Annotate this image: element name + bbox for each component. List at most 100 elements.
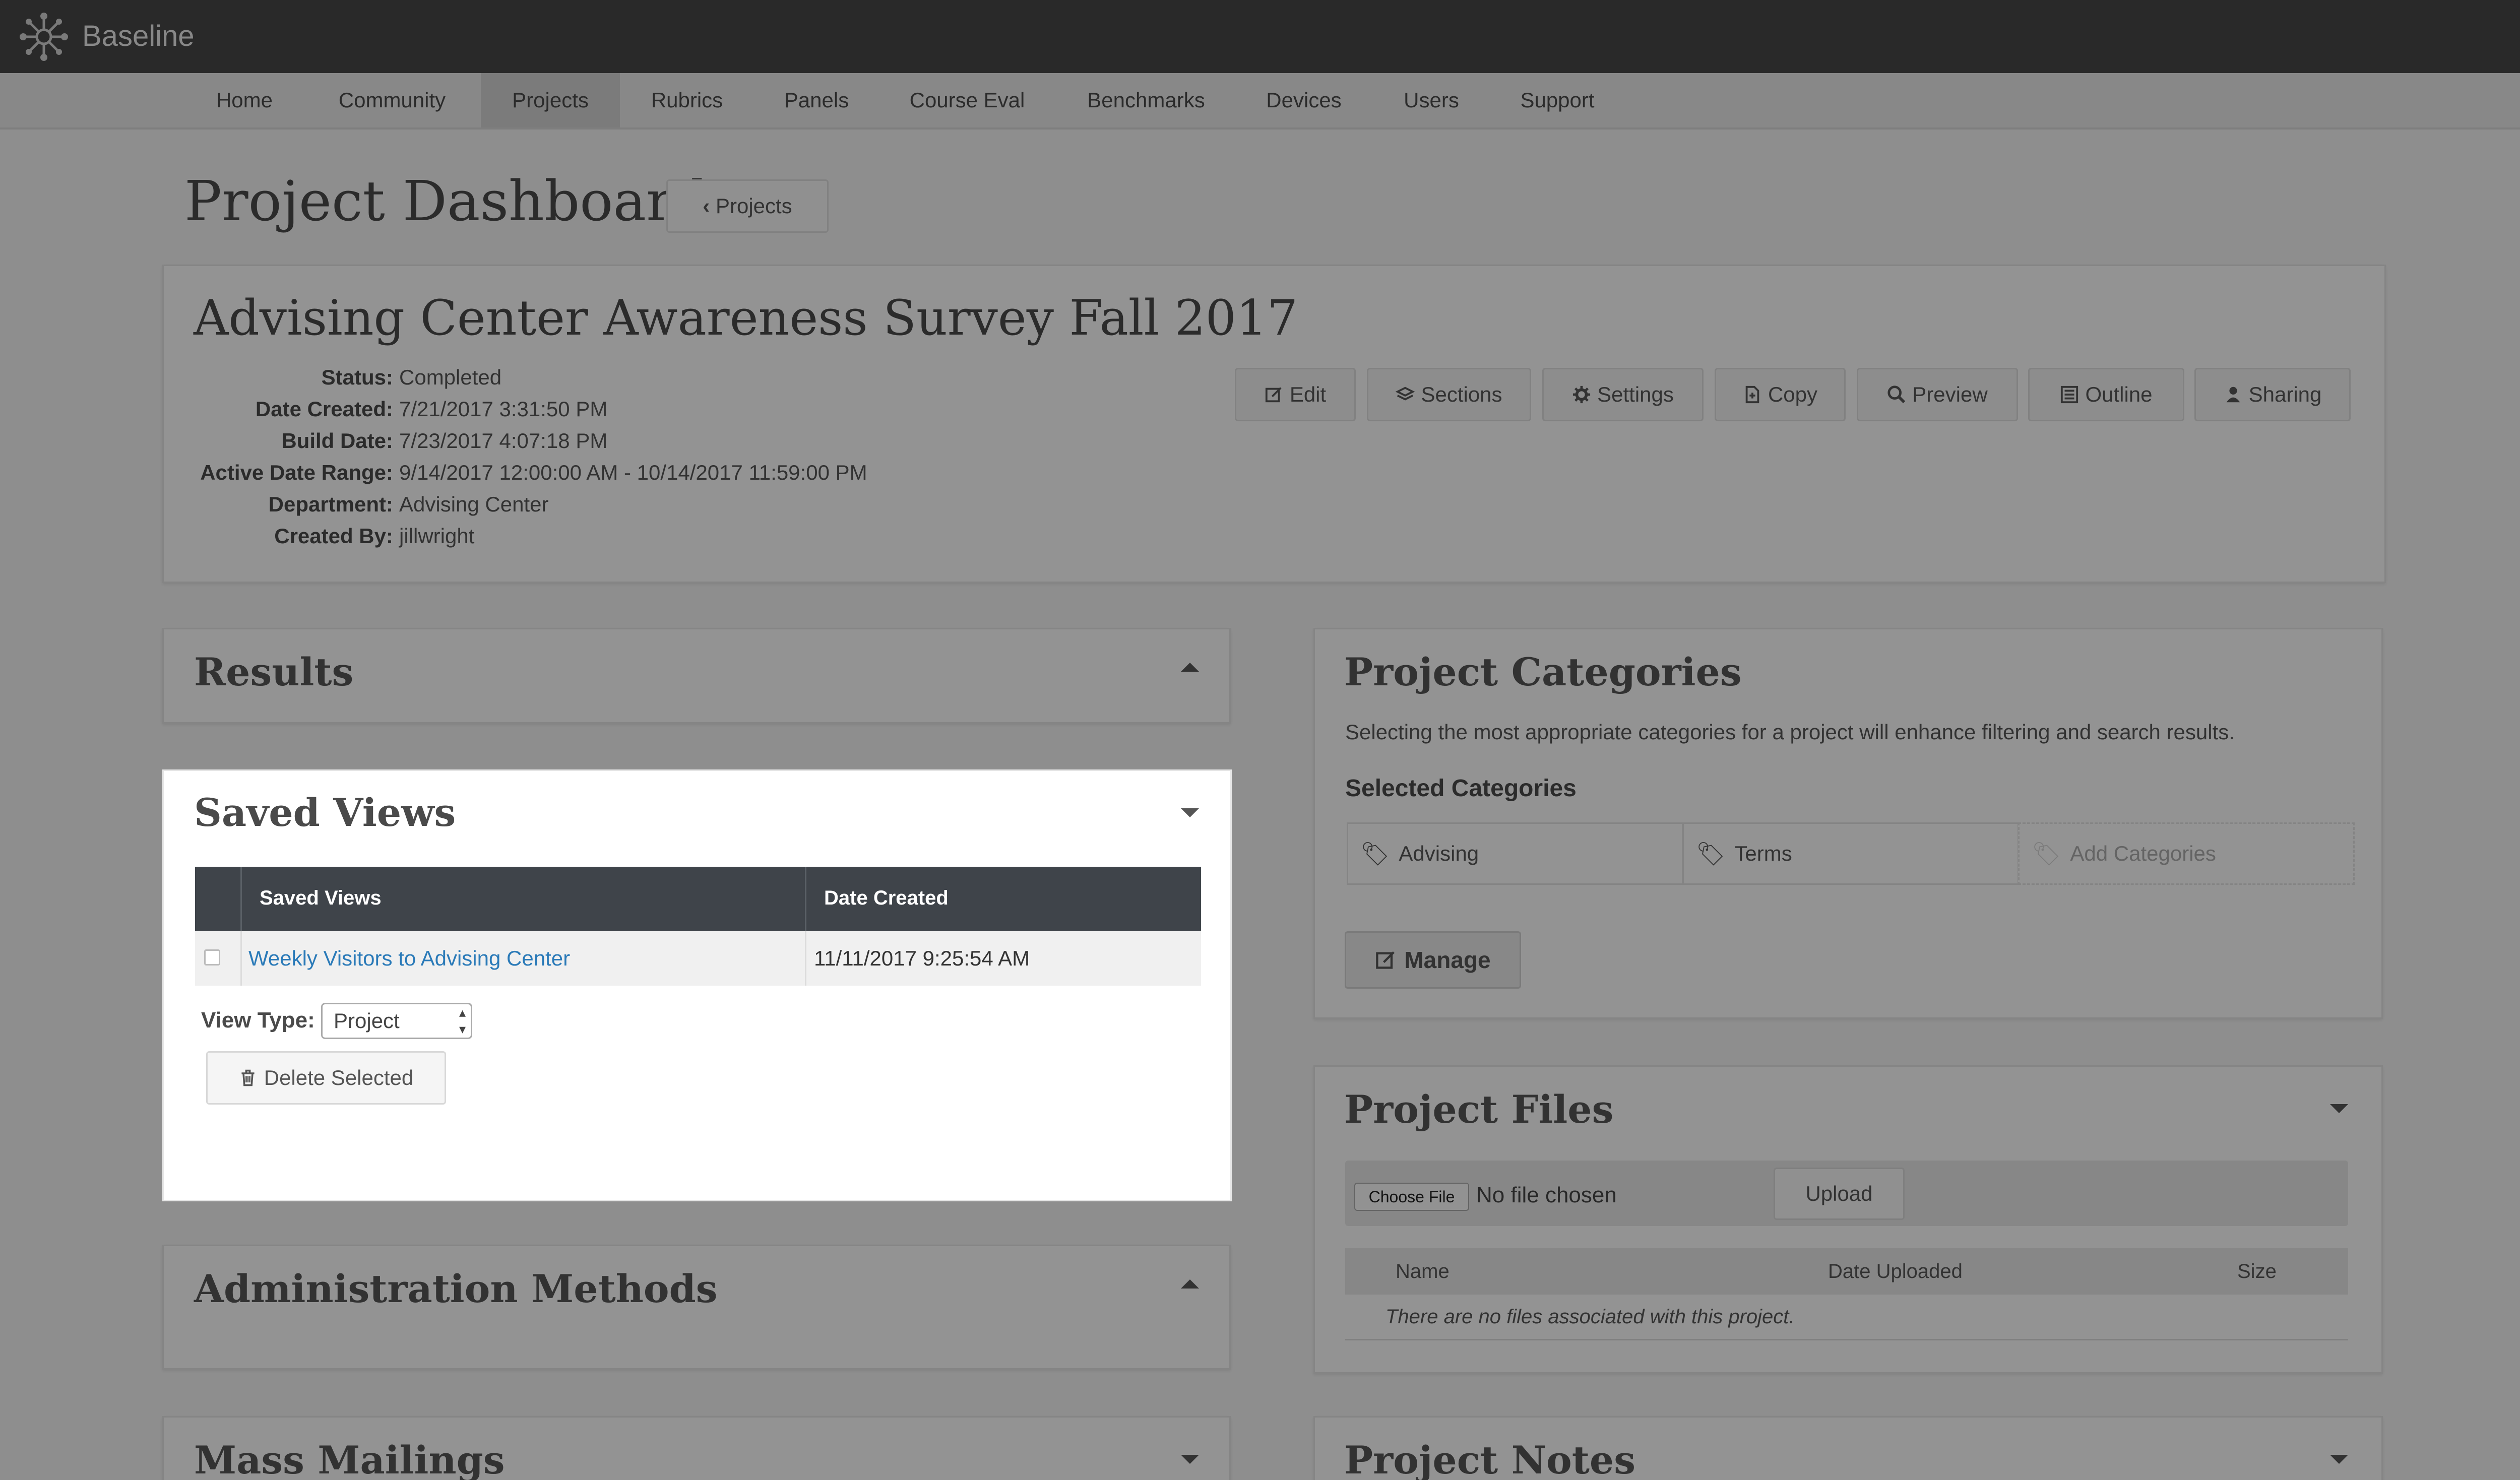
field-value: jillwright [399,524,475,548]
expand-mailings-icon[interactable] [1181,1455,1199,1464]
delete-selected-button[interactable]: Delete Selected [206,1051,446,1105]
column-divider [240,867,242,931]
upload-label: Upload [1805,1182,1873,1205]
nav-course-eval[interactable]: Course Eval [894,73,1040,127]
project-files-panel: Project Files Choose File No file chosen… [1313,1065,2383,1374]
nav-panels[interactable]: Panels [756,73,877,127]
field-value: Advising Center [399,492,549,516]
select-arrows-icon: ▴ ▾ [459,1005,466,1037]
saved-view-date: 11/11/2017 9:25:54 AM [814,946,1030,970]
collapse-saved-views-icon[interactable] [1181,808,1199,817]
project-notes-title: Project Notes [1344,1438,1635,1480]
nav-home[interactable]: Home [192,73,297,127]
edit-label: Edit [1289,382,1327,406]
copy-button[interactable]: Copy [1715,368,1846,421]
collapse-results-icon[interactable] [1181,663,1199,672]
top-bar: Baseline [0,0,2520,73]
field-value: 7/21/2017 3:31:50 PM [399,397,608,421]
nav-users[interactable]: Users [1381,73,1482,127]
gear-icon [1573,385,1591,404]
no-file-chosen-text: No file chosen [1476,1183,1617,1207]
settings-label: Settings [1597,382,1674,406]
files-col-size[interactable]: Size [2237,1260,2277,1283]
field-label: Date Created: [255,397,393,421]
saved-views-panel: Saved Views Saved Views Date Created Wee… [162,769,1232,1201]
nav-projects[interactable]: Projects [481,73,620,127]
category-terms[interactable]: 🏷 Terms [1682,822,2019,885]
sections-label: Sections [1421,382,1502,406]
results-title: Results [194,650,354,694]
tag-icon: 🏷 [2032,840,2061,867]
created-by-row: Created By: jillwright [192,524,474,548]
table-row: Weekly Visitors to Advising Center 11/11… [195,931,1201,986]
field-value: 7/23/2017 4:07:18 PM [399,429,608,453]
project-categories-title: Project Categories [1344,650,1742,694]
department-row: Department: Advising Center [192,492,549,517]
trash-icon [241,1069,255,1086]
nav-rubrics[interactable]: Rubrics [635,73,739,127]
results-panel: Results [162,628,1231,724]
nav-devices[interactable]: Devices [1252,73,1356,127]
search-icon [1887,385,1906,404]
field-label: Created By: [274,524,393,548]
column-divider [805,867,806,931]
page-title: Project Dashboard [184,169,709,233]
sections-button[interactable]: Sections [1367,368,1531,421]
edit-icon [1265,387,1282,403]
category-advising[interactable]: 🏷 Advising [1347,822,1683,885]
sharing-button[interactable]: Sharing [2194,368,2351,421]
outline-list-icon [2061,385,2078,404]
column-divider [240,931,242,986]
outline-button[interactable]: Outline [2028,368,2184,421]
col-date-created[interactable]: Date Created [824,887,949,910]
field-label: Status: [321,365,393,389]
sharing-label: Sharing [2248,382,2322,406]
preview-label: Preview [1912,382,1988,406]
upload-button[interactable]: Upload [1774,1168,1905,1220]
preview-button[interactable]: Preview [1857,368,2018,421]
app-name[interactable]: Baseline [82,19,194,53]
files-col-date[interactable]: Date Uploaded [1828,1260,1963,1283]
field-value: Completed [399,365,502,389]
network-logo-icon[interactable] [17,10,71,63]
category-label: Terms [1734,842,1792,865]
nav-community[interactable]: Community [317,73,468,127]
selected-categories-label: Selected Categories [1345,775,1577,802]
collapse-admin-icon[interactable] [1181,1279,1199,1289]
mass-mailings-panel: Mass Mailings [162,1416,1231,1480]
nav-benchmarks[interactable]: Benchmarks [1070,73,1222,127]
copy-document-icon [1745,385,1759,404]
view-type-select[interactable]: Project ▴ ▾ [321,1003,472,1039]
outline-label: Outline [2085,382,2153,406]
field-value: 9/14/2017 12:00:00 AM - 10/14/2017 11:59… [399,461,867,484]
choose-file-button[interactable]: Choose File [1354,1183,1469,1211]
expand-notes-icon[interactable] [2330,1455,2348,1464]
add-categories-cell[interactable]: 🏷 Add Categories [2018,822,2355,885]
back-button-label: Projects [715,194,792,218]
column-divider [805,931,806,986]
edit-button[interactable]: Edit [1235,368,1356,421]
administration-methods-panel: Administration Methods [162,1245,1231,1370]
user-share-icon [2226,387,2240,403]
row-checkbox[interactable] [204,949,220,966]
manage-categories-button[interactable]: Manage [1345,931,1521,989]
view-type-label: View Type: [201,1008,315,1033]
files-divider [1345,1339,2348,1340]
edit-icon [1376,951,1395,969]
settings-button[interactable]: Settings [1542,368,1704,421]
build-date-row: Build Date: 7/23/2017 4:07:18 PM [192,429,607,453]
mass-mailings-title: Mass Mailings [194,1438,505,1480]
layers-icon [1396,387,1415,401]
back-to-projects-button[interactable]: ‹ Projects [666,179,829,233]
administration-methods-title: Administration Methods [194,1266,718,1311]
nav-support[interactable]: Support [1502,73,1613,127]
saved-views-title: Saved Views [194,790,456,835]
project-files-title: Project Files [1344,1087,1614,1132]
expand-files-icon[interactable] [2330,1104,2348,1113]
col-saved-views[interactable]: Saved Views [260,887,382,910]
saved-view-link[interactable]: Weekly Visitors to Advising Center [248,946,570,971]
field-label: Department: [268,492,393,516]
files-col-name[interactable]: Name [1396,1260,1450,1283]
delete-selected-label: Delete Selected [264,1066,414,1089]
saved-views-table-header: Saved Views Date Created [195,867,1201,931]
